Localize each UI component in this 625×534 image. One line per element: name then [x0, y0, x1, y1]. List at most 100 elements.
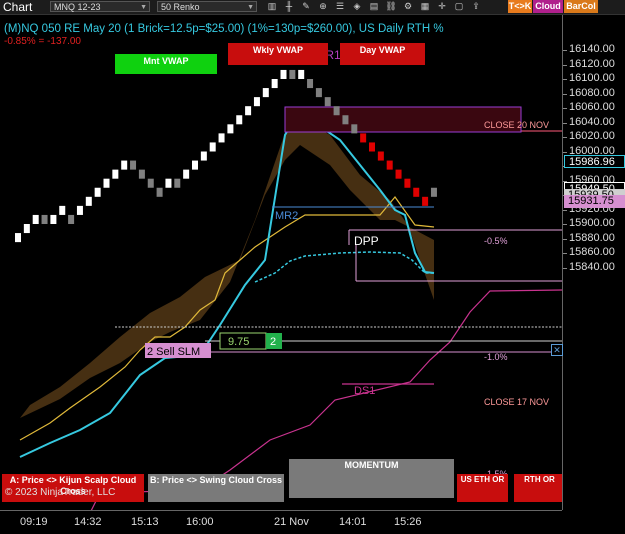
renko-brick — [32, 214, 39, 224]
renko-brick — [183, 169, 190, 179]
chevron-down-icon: ▼ — [140, 4, 147, 11]
strategy-icon[interactable]: ◈ — [350, 1, 364, 12]
renko-brick — [386, 160, 393, 170]
zoom-icon[interactable]: ⊕ — [316, 1, 330, 12]
renko-brick — [218, 133, 225, 143]
renko-chart[interactable]: WR1 CLOSE 20 NOV MR2 DPP -0.5% -1.0% CLO… — [0, 15, 562, 510]
template-icon[interactable]: ▤ — [367, 1, 381, 12]
tk-toggle-button[interactable]: T<>K — [508, 0, 532, 13]
renko-brick — [324, 97, 331, 107]
renko-brick — [76, 205, 83, 215]
y-tick-mark — [563, 137, 567, 138]
barcol-toggle-button[interactable]: BarCol — [564, 0, 598, 13]
share-icon[interactable]: ⇪ — [469, 1, 483, 12]
chart-style-icon[interactable]: ╫ — [282, 1, 296, 12]
x-tick-label: 09:19 — [20, 516, 48, 528]
x-tick-label: 14:32 — [74, 516, 102, 528]
settings-icon[interactable]: ⚙ — [401, 1, 415, 12]
close-position-icon[interactable]: ✕ — [551, 344, 563, 356]
renko-brick — [271, 79, 278, 89]
draw-tool-icon[interactable]: ✎ — [299, 1, 313, 12]
pct-neg05-label: -0.5% — [484, 236, 508, 246]
bar-chart-icon[interactable]: ▥ — [265, 1, 279, 12]
renko-brick — [15, 233, 21, 243]
ds1-label: DS1 — [354, 385, 375, 397]
renko-brick — [50, 214, 57, 224]
rth-or-button[interactable]: RTH OR — [514, 474, 565, 502]
window-icon[interactable]: ▢ — [452, 1, 466, 12]
renko-brick — [236, 115, 243, 125]
x-tick-label: 15:13 — [131, 516, 159, 528]
period-label: 50 Renko — [161, 2, 200, 12]
y-tick-mark — [563, 122, 567, 124]
instrument-selector[interactable]: MNQ 12-23 ▼ — [50, 1, 150, 12]
swing-cloud-cross-button[interactable]: B: Price <> Swing Cloud Cross — [148, 474, 284, 502]
us-eth-or-label: US ETH OR — [460, 475, 505, 484]
value-box-label: 9.75 — [228, 336, 249, 348]
renko-brick — [307, 79, 314, 89]
mr2-label: MR2 — [275, 210, 298, 222]
renko-brick — [103, 178, 110, 188]
renko-brick — [377, 151, 384, 161]
y-tick-label: 15860.00 — [569, 246, 615, 258]
y-tick-mark — [563, 64, 567, 66]
sell-signal-label: 2 Sell SLM — [147, 346, 200, 358]
x-tick-label: 14:01 — [339, 516, 367, 528]
renko-brick — [253, 97, 260, 107]
renko-brick — [422, 196, 429, 206]
renko-brick — [209, 142, 216, 152]
swing-cloud-cross-label: B: Price <> Swing Cloud Cross — [149, 475, 283, 485]
renko-brick — [156, 187, 163, 197]
x-tick-label: 21 Nov — [274, 516, 309, 528]
chart-header-pnl: -0.85% = -137.00 — [4, 36, 81, 47]
cloud-toggle-button[interactable]: Cloud — [533, 0, 563, 13]
renko-brick — [147, 178, 154, 188]
rth-or-label: RTH OR — [524, 475, 555, 484]
x-tick-label: 16:00 — [186, 516, 214, 528]
renko-brick — [94, 187, 101, 197]
close-20-nov-label: CLOSE 20 NOV — [484, 120, 549, 130]
y-tick-label: 16140.00 — [569, 43, 615, 55]
renko-brick — [174, 178, 181, 188]
day-vwap-button[interactable]: Day VWAP — [340, 43, 425, 65]
instrument-label: MNQ 12-23 — [54, 2, 101, 12]
copyright-label: © 2023 NinjaTrader, LLC — [5, 487, 116, 498]
renko-brick — [369, 142, 375, 152]
properties-icon[interactable]: ☰ — [333, 1, 347, 12]
renko-brick — [85, 196, 92, 206]
chart-toolbar: Chart MNQ 12-23 ▼ 50 Renko ▼ ▥ ╫ ✎ ⊕ ☰ ◈… — [0, 0, 625, 15]
y-tick-label: 16080.00 — [569, 86, 615, 99]
renko-brick — [280, 69, 287, 79]
y-tick-mark — [563, 209, 567, 211]
renko-brick — [227, 124, 234, 134]
us-eth-or-button[interactable]: US ETH OR — [457, 474, 508, 502]
y-tick-label: 15880.00 — [569, 231, 615, 244]
crosshair-icon[interactable]: ✛ — [435, 1, 449, 12]
price-axis[interactable]: 16140.00 16120.00 16100.00 16080.00 16060.00… — [551, 15, 625, 510]
y-tick-mark — [563, 108, 567, 109]
momentum-label: MOMENTUM — [344, 460, 399, 470]
y-tick-label: 15900.00 — [569, 217, 615, 229]
renko-brick — [200, 151, 207, 161]
wkly-vwap-button[interactable]: Wkly VWAP — [228, 43, 328, 65]
renko-brick — [130, 160, 137, 170]
pct-neg1-label: -1.0% — [484, 352, 508, 362]
y-tick-label: 16100.00 — [569, 72, 615, 84]
renko-brick — [68, 214, 75, 224]
layout-icon[interactable]: ▦ — [418, 1, 432, 12]
window-title: Chart — [3, 0, 33, 14]
mnt-vwap-button[interactable]: Mnt VWAP — [115, 54, 217, 74]
count-box-label: 2 — [270, 336, 276, 348]
renko-brick — [165, 178, 172, 188]
link-icon[interactable]: ⛓ — [384, 1, 398, 12]
renko-brick — [298, 69, 305, 79]
time-axis[interactable]: 09:19 14:32 15:13 16:00 21 Nov 14:01 15:26 — [0, 510, 562, 534]
momentum-panel[interactable]: MOMENTUM — [289, 459, 454, 498]
dpp-label: DPP — [354, 234, 379, 248]
renko-brick — [351, 124, 358, 134]
y-tick-mark — [563, 253, 567, 254]
renko-brick — [333, 106, 340, 116]
close-17-nov-label: CLOSE 17 NOV — [484, 397, 549, 407]
renko-brick — [121, 160, 128, 170]
period-selector[interactable]: 50 Renko ▼ — [157, 1, 257, 12]
